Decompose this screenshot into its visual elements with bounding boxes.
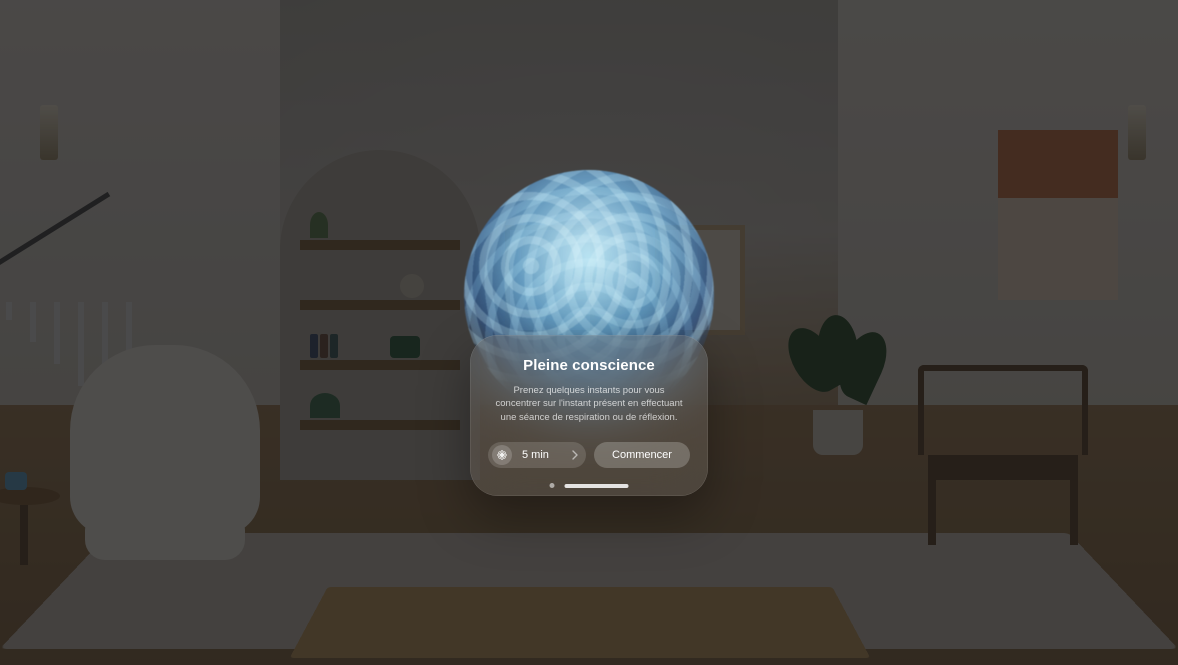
breathe-flower-icon [492,445,512,465]
mindfulness-panel: Pleine conscience Prenez quelques instan… [470,335,708,496]
page-indicator[interactable] [550,483,629,488]
duration-selector[interactable]: 5 min [488,442,586,468]
page-dot[interactable] [550,483,555,488]
panel-title: Pleine conscience [488,357,690,374]
start-button-label: Commencer [612,449,672,461]
duration-label: 5 min [520,449,564,461]
start-button[interactable]: Commencer [594,442,690,468]
panel-description: Prenez quelques instants pour vous conce… [488,384,690,424]
chevron-right-icon [572,450,578,460]
page-active-bar[interactable] [565,484,629,488]
panel-button-row: 5 min Commencer [488,442,690,468]
